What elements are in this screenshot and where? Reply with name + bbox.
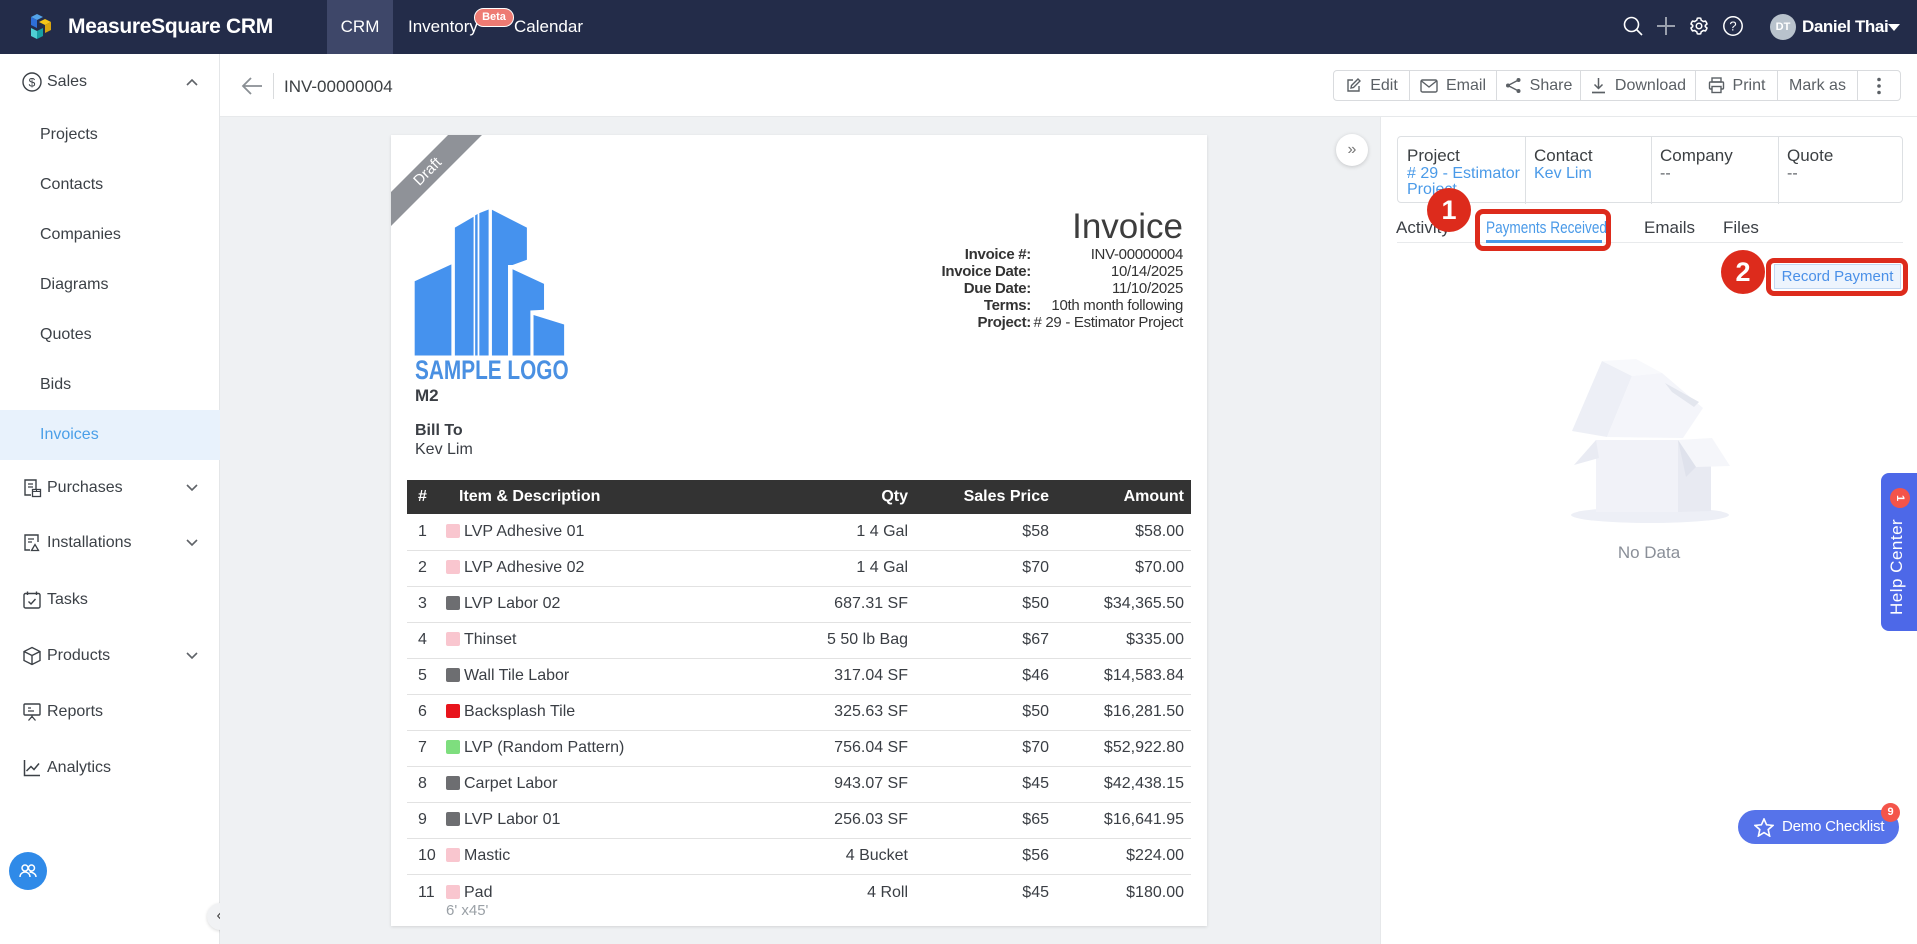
svg-text:$: $ (29, 76, 36, 90)
svg-text:?: ? (1729, 19, 1736, 34)
